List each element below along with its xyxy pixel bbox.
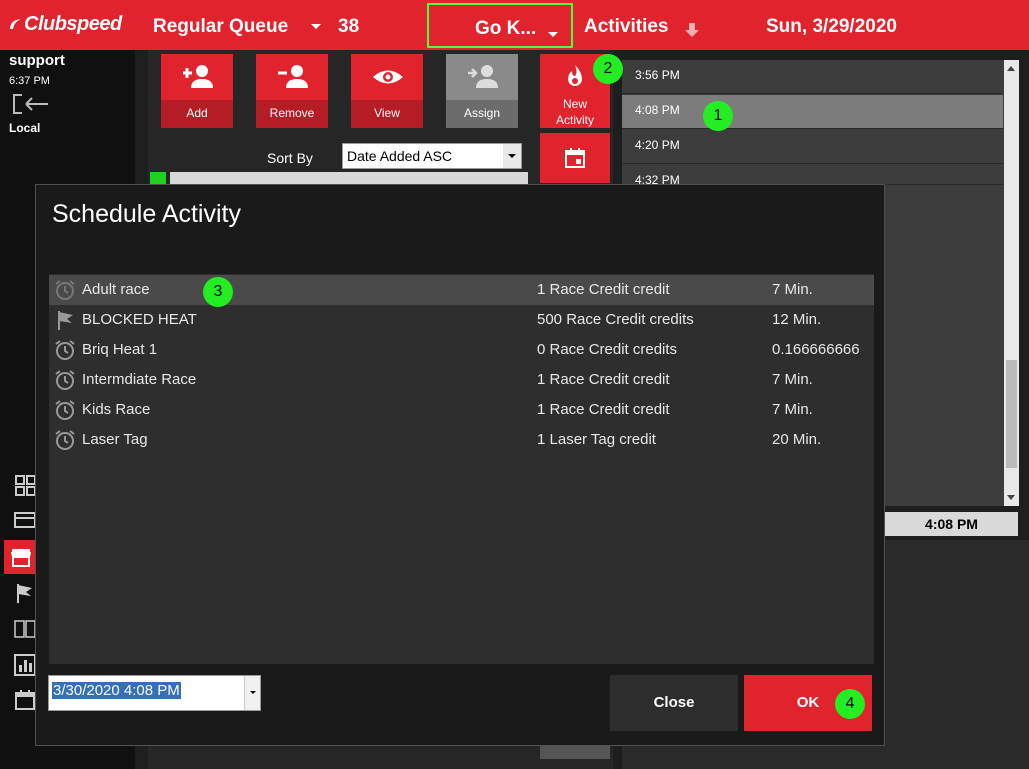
flag-icon xyxy=(58,311,73,330)
remove-button[interactable]: Remove xyxy=(256,54,328,128)
track-selector[interactable]: Go K... xyxy=(427,3,573,48)
activity-row[interactable]: Briq Heat 1 0 Race Credit credits 0.1666… xyxy=(49,335,874,365)
add-button[interactable]: Add xyxy=(161,54,233,128)
activity-name: Kids Race xyxy=(82,401,151,418)
track-label: Go K... xyxy=(475,18,537,39)
alarm-clock-icon xyxy=(55,400,75,420)
add-label: Add xyxy=(161,100,233,128)
new-activity-label: New Activity xyxy=(540,96,610,128)
time-row[interactable]: 4:32 PM xyxy=(622,165,1003,187)
alarm-clock-icon xyxy=(55,280,75,300)
activity-credits: 1 Race Credit credit xyxy=(537,281,670,298)
grid-icon[interactable] xyxy=(14,474,36,496)
activity-name: Intermdiate Race xyxy=(82,371,197,388)
step-marker: 1 xyxy=(703,101,733,131)
current-time: 6:37 PM xyxy=(9,75,50,87)
schedule-button[interactable] xyxy=(540,133,610,183)
queue-selector[interactable]: Regular Queue xyxy=(153,16,288,38)
new-activity-label-line1: New xyxy=(562,97,587,111)
schedule-datetime-picker[interactable]: 3/30/2020 4:08 PM xyxy=(48,675,261,711)
step-marker: 2 xyxy=(593,54,623,84)
chevron-down-icon[interactable] xyxy=(244,676,260,710)
assign-label: Assign xyxy=(446,100,518,128)
step-marker: 4 xyxy=(835,689,865,719)
eye-icon xyxy=(373,70,403,84)
activity-name: BLOCKED HEAT xyxy=(82,311,197,328)
activity-duration: 0.166666666 xyxy=(772,341,860,358)
queue-count: 38 xyxy=(338,16,360,37)
clubspeed-logo: Clubspeed xyxy=(8,13,122,36)
remove-user-icon xyxy=(278,65,308,88)
activity-row[interactable]: Kids Race 1 Race Credit credit 7 Min. xyxy=(49,395,874,425)
scroll-up-icon[interactable] xyxy=(1007,66,1015,71)
close-button[interactable]: Close xyxy=(610,675,738,731)
time-row-selected[interactable]: 4:08 PM xyxy=(622,95,1003,129)
activity-credits: 1 Laser Tag credit xyxy=(537,431,656,448)
activity-credits: 1 Race Credit credit xyxy=(537,401,670,418)
activity-duration: 7 Min. xyxy=(772,371,813,388)
store-icon[interactable] xyxy=(10,546,32,568)
time-row[interactable]: 3:56 PM xyxy=(622,60,1003,94)
sort-value: Date Added ASC xyxy=(347,148,453,164)
chevron-down-icon[interactable] xyxy=(503,144,521,168)
activity-duration: 12 Min. xyxy=(772,311,822,328)
calendar-icon[interactable] xyxy=(14,689,36,711)
activity-row[interactable]: Adult race 1 Race Credit credit 7 Min. xyxy=(49,275,874,305)
selected-time-display: 4:08 PM xyxy=(885,512,1018,536)
status-indicator xyxy=(150,172,166,184)
location-label: Local xyxy=(9,121,41,135)
view-label: View xyxy=(351,100,423,128)
scroll-thumb[interactable] xyxy=(1006,360,1017,468)
alarm-clock-icon xyxy=(55,430,75,450)
scroll-down-icon[interactable] xyxy=(1007,495,1015,500)
chevron-down-icon xyxy=(548,32,558,37)
activity-name: Laser Tag xyxy=(82,431,148,448)
activity-duration: 20 Min. xyxy=(772,431,822,448)
datetime-value[interactable]: 3/30/2020 4:08 PM xyxy=(52,682,181,699)
activity-row[interactable]: Laser Tag 1 Laser Tag credit 20 Min. xyxy=(49,425,874,455)
logout-icon[interactable] xyxy=(12,93,50,115)
activity-name: Briq Heat 1 xyxy=(82,341,158,358)
new-activity-label-line2: Activity xyxy=(555,113,594,127)
alarm-clock-icon xyxy=(55,370,75,390)
credit-card-icon[interactable] xyxy=(14,509,36,531)
activity-duration: 7 Min. xyxy=(772,281,813,298)
remove-label: Remove xyxy=(256,100,328,128)
flame-icon xyxy=(568,65,582,86)
dialog-title: Schedule Activity xyxy=(52,200,241,228)
time-list-scrollbar[interactable] xyxy=(1004,60,1019,506)
activity-credits: 500 Race Credit credits xyxy=(537,311,694,328)
sort-select[interactable]: Date Added ASC xyxy=(342,143,522,169)
add-user-icon xyxy=(183,65,213,88)
activity-credits: 0 Race Credit credits xyxy=(537,341,678,358)
arrow-down-icon[interactable] xyxy=(684,22,700,38)
step-marker: 3 xyxy=(203,277,233,307)
logo-swoosh-icon xyxy=(10,19,21,29)
current-date[interactable]: Sun, 3/29/2020 xyxy=(766,16,897,38)
assign-button[interactable]: Assign xyxy=(446,54,518,128)
flag-icon[interactable] xyxy=(14,582,36,604)
activity-row[interactable]: BLOCKED HEAT 500 Race Credit credits 12 … xyxy=(49,305,874,335)
calendar-event-icon xyxy=(565,148,585,168)
assign-user-icon xyxy=(468,65,498,88)
activity-credits: 1 Race Credit credit xyxy=(537,371,670,388)
user-name: support xyxy=(9,52,65,69)
bar-chart-icon[interactable] xyxy=(14,654,36,676)
chevron-down-icon[interactable] xyxy=(311,24,321,29)
top-bar: Clubspeed Regular Queue 38 Go K... Activ… xyxy=(0,0,1029,50)
activity-row[interactable]: Intermdiate Race 1 Race Credit credit 7 … xyxy=(49,365,874,395)
activities-label: Activities xyxy=(584,16,669,37)
activity-duration: 7 Min. xyxy=(772,401,813,418)
activity-name: Adult race xyxy=(82,281,150,298)
sort-by-label: Sort By xyxy=(267,150,313,166)
view-button[interactable]: View xyxy=(351,54,423,128)
alarm-clock-icon xyxy=(55,340,75,360)
counter-icon[interactable] xyxy=(14,618,36,640)
time-row[interactable]: 4:20 PM xyxy=(622,130,1003,164)
queue-list-header xyxy=(170,172,528,184)
